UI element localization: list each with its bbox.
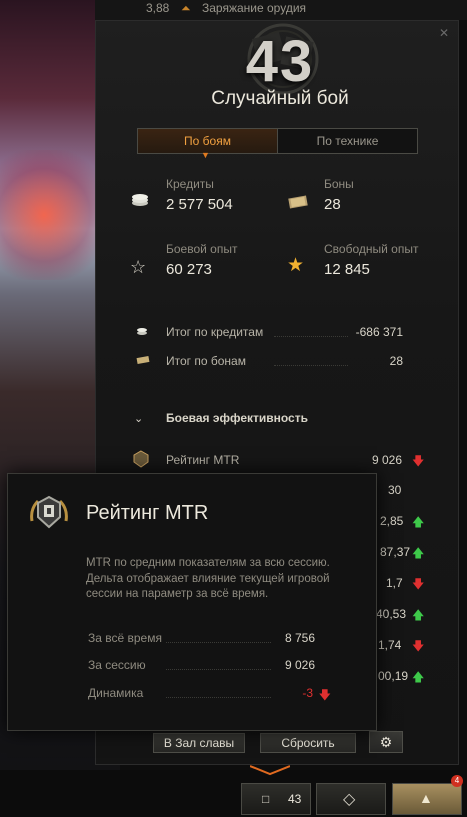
tooltip-row-label: За сессию	[88, 658, 146, 672]
notification-badge: 4	[451, 775, 463, 787]
battle-type-title: Случайный бой	[211, 88, 349, 109]
stats-tabs: По боям По технике	[137, 128, 418, 154]
tooltip-row-value: 8 756	[284, 631, 315, 645]
session-battles-count: 43	[288, 792, 302, 806]
trend-up-icon: 🡅	[412, 515, 425, 529]
dotted-leader	[166, 669, 271, 670]
summary-credits-value: -686 371	[355, 325, 403, 339]
reload-icon: ⏶	[181, 1, 191, 15]
tooltip-row-all-time: За всё время 8 756	[86, 629, 321, 649]
mtr-rating-value: 9 026	[372, 453, 403, 467]
gear-icon[interactable]: ⚙	[369, 731, 403, 753]
efficiency-section-header[interactable]: Боевая эффективность	[166, 411, 308, 425]
efficiency-value: 2,85	[380, 514, 404, 528]
coins-icon	[136, 326, 148, 339]
star-filled-icon: ★	[287, 255, 305, 276]
chevron-down-icon[interactable]: ⌄	[134, 412, 143, 425]
crew-button[interactable]: ◇	[316, 783, 386, 815]
mtr-laurel-badge-icon	[30, 495, 68, 529]
tooltip-row-label: Динамика	[88, 686, 144, 700]
dotted-leader	[166, 697, 271, 698]
dotted-leader	[274, 336, 348, 337]
background-glow	[0, 150, 110, 280]
tooltip-row-dynamics: Динамика -3 🡇	[86, 684, 331, 704]
tooltip-description: MTR по средним показателям за всю сессию…	[86, 557, 330, 600]
summary-row-credits: Итог по кредитам -686 371	[128, 321, 408, 345]
summary-bonds-label: Итог по бонам	[166, 354, 246, 368]
session-stats-button[interactable]: □ 43	[241, 783, 311, 815]
summary-row-bonds: Итог по бонам 28	[128, 350, 408, 374]
credits-label: Кредиты	[166, 177, 214, 191]
tab-by-vehicles[interactable]: По технике	[278, 129, 417, 153]
star-outline-icon: ☆	[130, 257, 147, 277]
megaphone-icon: ▲	[419, 790, 433, 806]
trend-down-icon: 🡇	[318, 688, 331, 702]
efficiency-value: 40,53	[376, 607, 407, 621]
hall-of-fame-button[interactable]: В Зал славы	[153, 733, 245, 753]
panel-pointer-icon	[250, 765, 290, 776]
coins-icon	[131, 193, 149, 211]
dotted-leader	[166, 642, 271, 643]
summary-credits-label: Итог по кредитам	[166, 325, 264, 339]
trend-down-icon: 🡇	[412, 454, 425, 468]
reload-value: 3,88	[146, 1, 170, 15]
combat-xp-value: 60 273	[166, 261, 212, 278]
summary-bonds-value: 28	[389, 354, 403, 368]
trend-down-icon: 🡇	[412, 577, 425, 591]
efficiency-value: 1,74	[378, 638, 402, 652]
bonds-icon	[288, 195, 308, 213]
efficiency-value: 1,7	[386, 576, 403, 590]
efficiency-value: 30	[388, 483, 402, 497]
active-tab-caret-icon: ▼	[201, 150, 210, 160]
reload-label: Заряжание орудия	[202, 1, 307, 15]
tooltip-row-label: За всё время	[88, 631, 162, 645]
tooltip-row-value: 9 026	[284, 658, 315, 672]
reset-button[interactable]: Сбросить	[260, 733, 356, 753]
battles-count: 43	[245, 29, 315, 94]
tooltip-title: Рейтинг MTR	[86, 502, 209, 524]
bar-chart-icon: □	[262, 792, 270, 806]
combat-xp-label: Боевой опыт	[166, 242, 238, 256]
bonds-value: 28	[324, 196, 341, 213]
trend-down-icon: 🡇	[412, 639, 425, 653]
trend-up-icon: 🡅	[412, 546, 425, 560]
free-xp-label: Свободный опыт	[324, 242, 419, 256]
tooltip-row-session: За сессию 9 026	[86, 656, 321, 676]
mtr-badge-icon	[130, 449, 152, 474]
bonds-label: Боны	[324, 177, 354, 191]
free-xp-value: 12 845	[324, 261, 370, 278]
credits-value: 2 577 504	[166, 196, 233, 213]
tooltip-dynamics-value: -3	[302, 686, 313, 700]
notifications-button[interactable]: ▲	[392, 783, 462, 815]
trend-up-icon: 🡅	[412, 670, 425, 684]
mtr-rating-label: Рейтинг MTR	[166, 453, 240, 467]
trend-up-icon: 🡅	[412, 608, 425, 622]
close-icon[interactable]: ✕	[438, 27, 450, 39]
diamond-icon: ◇	[343, 791, 356, 808]
bonds-icon	[136, 355, 150, 368]
dotted-leader	[274, 365, 348, 366]
